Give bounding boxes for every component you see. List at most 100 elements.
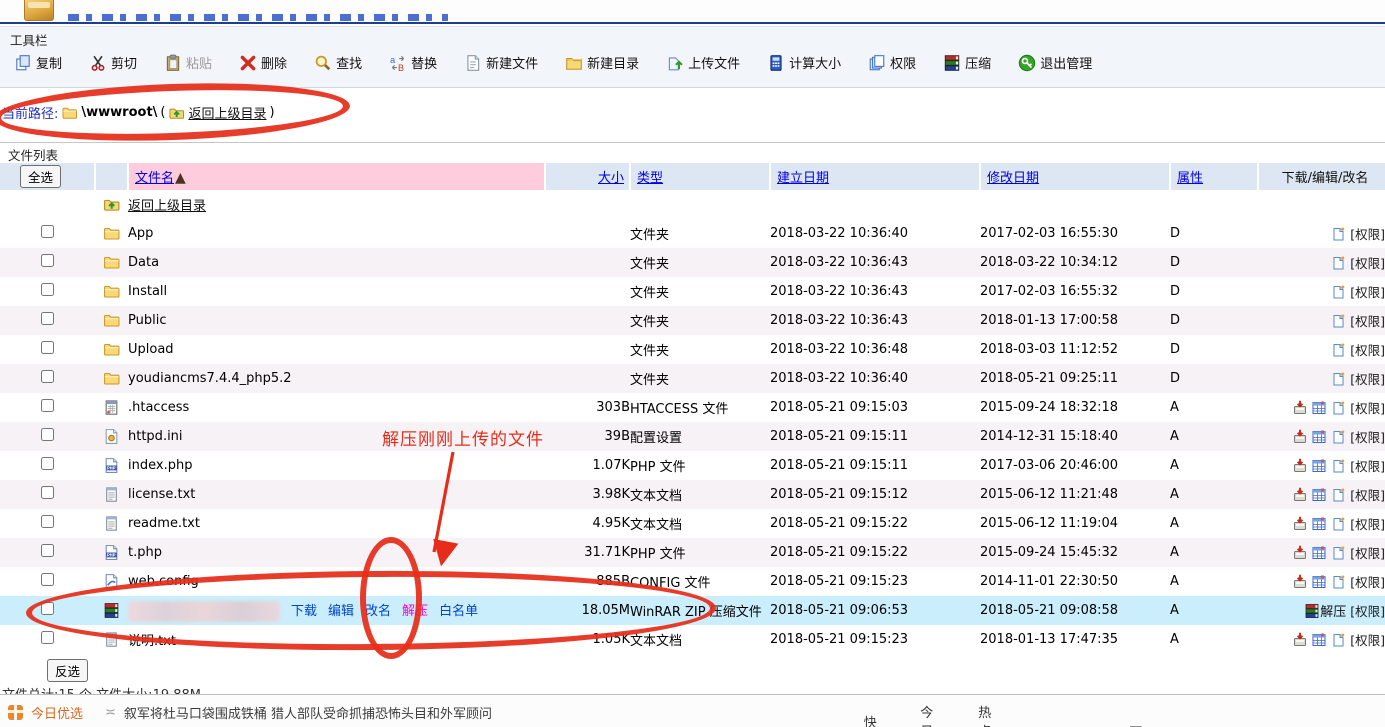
new-dir-button[interactable]: 新建目录: [565, 53, 639, 72]
edit-icon[interactable]: [1311, 632, 1327, 648]
download-icon[interactable]: [1292, 516, 1308, 532]
up-directory-link[interactable]: 返回上级目录: [188, 103, 266, 122]
hot-news-button[interactable]: 热点资讯: [968, 702, 1000, 727]
edit-icon[interactable]: [1311, 458, 1327, 474]
download-icon[interactable]: [1292, 458, 1308, 474]
rename-icon[interactable]: [1330, 487, 1346, 503]
row-checkbox[interactable]: [41, 544, 54, 557]
row-checkbox[interactable]: [41, 312, 54, 325]
edit-icon[interactable]: [1311, 516, 1327, 532]
permission-link[interactable]: [权限]: [1350, 488, 1385, 503]
cut-button[interactable]: 剪切: [89, 53, 137, 72]
sort-by-modified-link[interactable]: 修改日期: [987, 171, 1039, 186]
permission-link[interactable]: [权限]: [1350, 372, 1385, 387]
permission-link[interactable]: [权限]: [1350, 546, 1385, 561]
news-ticker[interactable]: 叙军将杜马口袋围成铁桶 猎人部队受命抓捕恐怖头目和外军顾问: [124, 703, 492, 722]
permission-link[interactable]: [权限]: [1350, 575, 1385, 590]
permission-link[interactable]: [权限]: [1350, 343, 1385, 358]
copy-button[interactable]: 复制: [14, 53, 62, 72]
calc-size-button[interactable]: 计算大小: [767, 53, 841, 72]
paste-button[interactable]: 粘贴: [164, 53, 212, 72]
archive-action-解压-link[interactable]: 解压: [402, 604, 428, 619]
download-icon[interactable]: [1292, 429, 1308, 445]
edit-icon[interactable]: [1311, 574, 1327, 590]
row-checkbox[interactable]: [41, 254, 54, 267]
download-icon[interactable]: [1292, 487, 1308, 503]
archive-action-白名单-link[interactable]: 白名单: [439, 604, 478, 619]
row-checkbox[interactable]: [41, 399, 54, 412]
sort-by-created-link[interactable]: 建立日期: [777, 171, 829, 186]
permission-button[interactable]: 权限: [868, 53, 916, 72]
rename-icon[interactable]: [1330, 371, 1346, 387]
replace-button[interactable]: 替换: [389, 53, 437, 72]
upload-file-button[interactable]: 上传文件: [666, 53, 740, 72]
rename-icon[interactable]: [1330, 342, 1346, 358]
up-directory-link[interactable]: 返回上级目录: [128, 199, 206, 214]
row-checkbox[interactable]: [41, 515, 54, 528]
edit-icon[interactable]: [1311, 487, 1327, 503]
row-checkbox[interactable]: [41, 573, 54, 586]
permission-link[interactable]: [权限]: [1350, 401, 1385, 416]
rename-icon[interactable]: [1330, 574, 1346, 590]
exit-admin-button[interactable]: 退出管理: [1018, 53, 1092, 72]
row-checkbox[interactable]: [41, 602, 54, 615]
file-size-cell: 885B: [545, 567, 630, 596]
permission-link[interactable]: [权限]: [1350, 256, 1385, 271]
row-checkbox[interactable]: [41, 370, 54, 383]
download-icon[interactable]: [1292, 632, 1308, 648]
row-checkbox[interactable]: [41, 341, 54, 354]
actions-cell: [权限]: [1258, 248, 1385, 277]
archive-action-下载-link[interactable]: 下载: [291, 604, 317, 619]
sort-by-size-link[interactable]: 大小: [598, 171, 624, 186]
download-icon[interactable]: [1292, 574, 1308, 590]
compress-button[interactable]: 压缩: [943, 53, 991, 72]
extract-link[interactable]: 解压: [1320, 605, 1346, 620]
rename-icon[interactable]: [1330, 313, 1346, 329]
rename-icon[interactable]: [1330, 284, 1346, 300]
sort-by-name-link[interactable]: 文件名: [135, 171, 174, 186]
row-checkbox[interactable]: [41, 283, 54, 296]
edit-icon[interactable]: [1311, 545, 1327, 561]
permission-link[interactable]: [权限]: [1350, 517, 1385, 532]
row-checkbox[interactable]: [41, 225, 54, 238]
permission-link[interactable]: [权限]: [1350, 633, 1385, 648]
sort-by-attr-link[interactable]: 属性: [1177, 171, 1203, 186]
row-checkbox[interactable]: [41, 486, 54, 499]
row-checkbox[interactable]: [41, 457, 54, 470]
daily-picks-link[interactable]: 今日优选: [31, 703, 83, 722]
today-live-button[interactable]: 今日直播: [910, 702, 942, 727]
rename-icon[interactable]: [1330, 545, 1346, 561]
row-checkbox[interactable]: [41, 631, 54, 644]
attribute-cell: D: [1170, 364, 1258, 393]
rename-icon[interactable]: [1330, 632, 1346, 648]
sort-by-type-link[interactable]: 类型: [637, 171, 663, 186]
rename-icon[interactable]: [1330, 516, 1346, 532]
permission-link[interactable]: [权限]: [1350, 430, 1385, 445]
permission-link[interactable]: [权限]: [1350, 285, 1385, 300]
rename-icon[interactable]: [1330, 400, 1346, 416]
delete-button[interactable]: 删除: [239, 53, 287, 72]
permission-link[interactable]: [权限]: [1350, 604, 1385, 619]
rename-icon[interactable]: [1330, 255, 1346, 271]
rename-icon[interactable]: [1330, 226, 1346, 242]
download-icon[interactable]: [1292, 400, 1308, 416]
row-checkbox[interactable]: [41, 428, 54, 441]
find-button[interactable]: 查找: [314, 53, 362, 72]
quick-clip-button[interactable]: 快剪辑: [852, 712, 884, 727]
archive-action-编辑-link[interactable]: 编辑: [328, 604, 354, 619]
select-all-button[interactable]: 全选: [20, 165, 61, 188]
download-icon[interactable]: [1292, 545, 1308, 561]
permission-link[interactable]: [权限]: [1350, 227, 1385, 242]
permission-link[interactable]: [权限]: [1350, 459, 1385, 474]
rar-icon: [943, 54, 961, 72]
ticker-dismiss-icon[interactable]: ≍: [105, 705, 116, 720]
invert-selection-button[interactable]: 反选: [47, 659, 88, 682]
edit-icon[interactable]: [1311, 429, 1327, 445]
new-file-button[interactable]: 新建文件: [464, 53, 538, 72]
edit-icon[interactable]: [1311, 400, 1327, 416]
rename-icon[interactable]: [1330, 429, 1346, 445]
download-manager-button[interactable]: ⇣下载: [1114, 721, 1143, 727]
rename-icon[interactable]: [1330, 458, 1346, 474]
permission-link[interactable]: [权限]: [1350, 314, 1385, 329]
archive-action-改名-link[interactable]: 改名: [365, 604, 391, 619]
